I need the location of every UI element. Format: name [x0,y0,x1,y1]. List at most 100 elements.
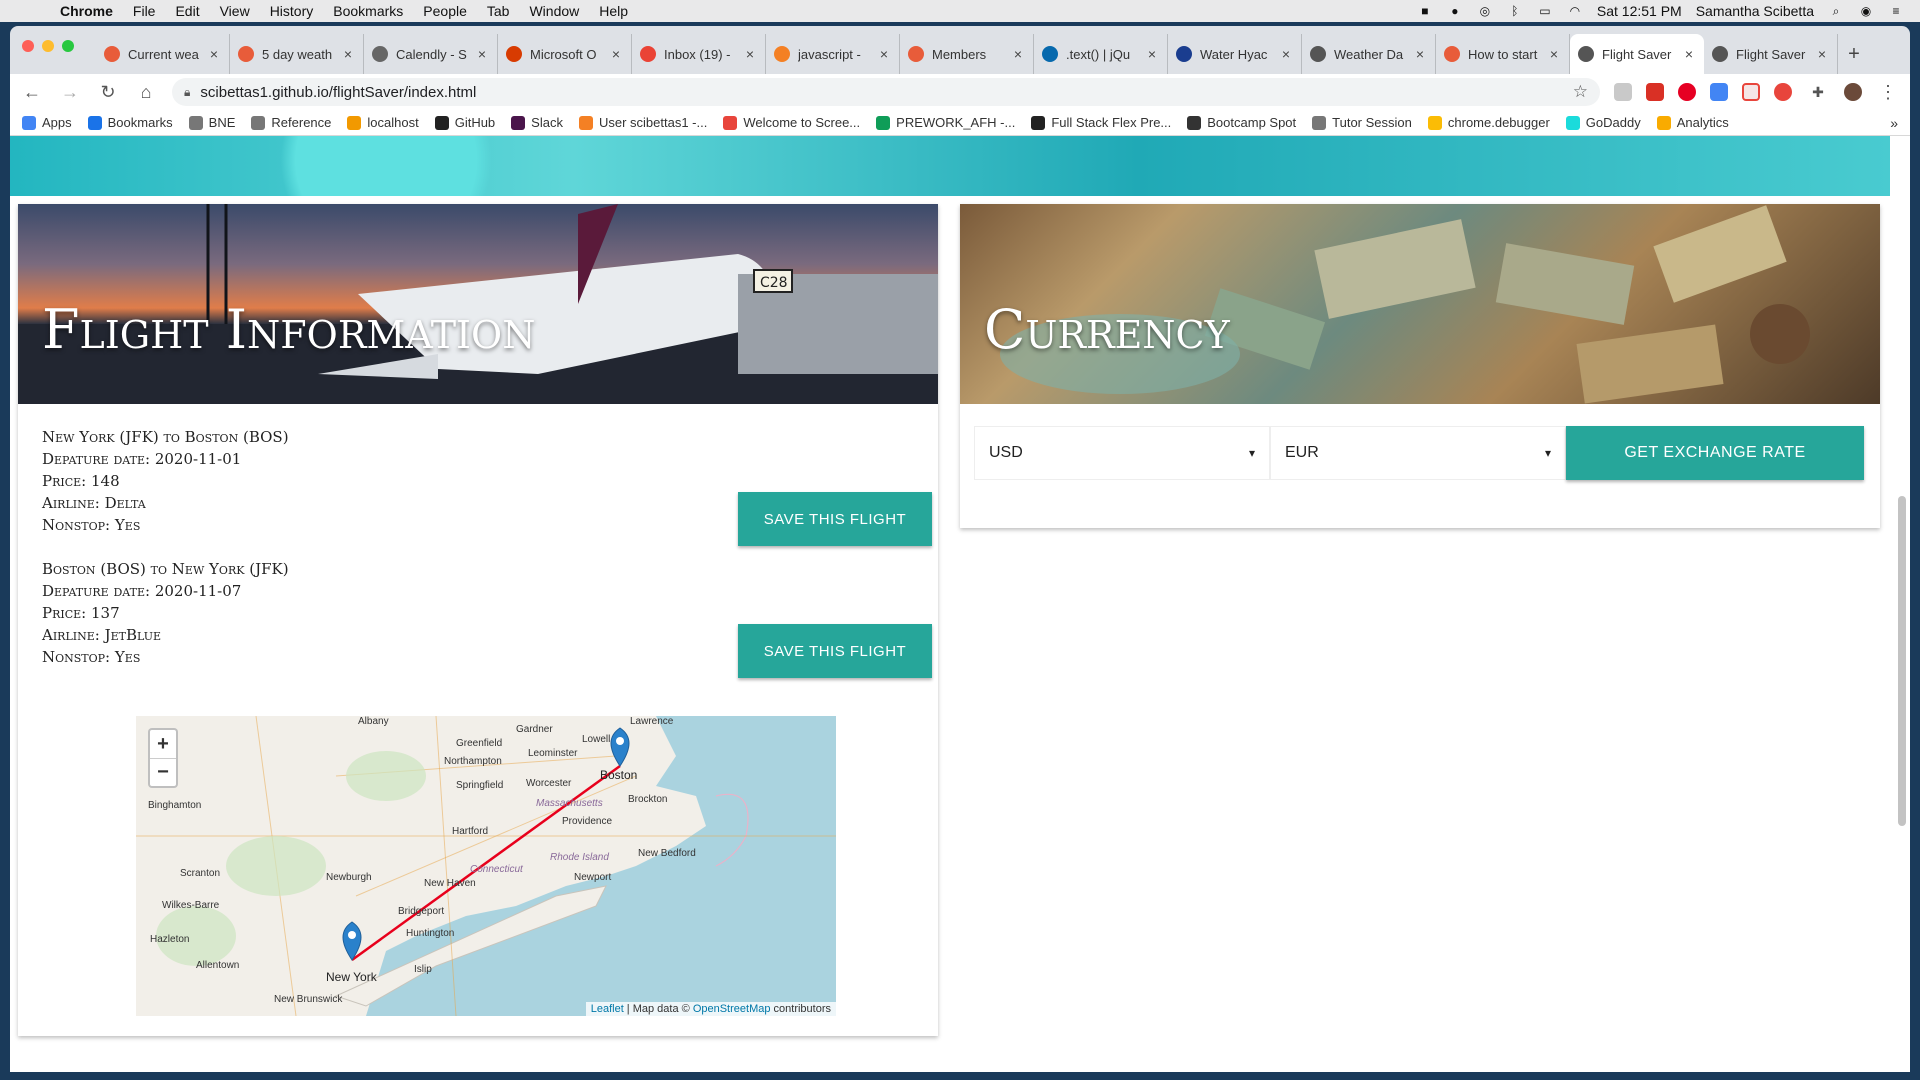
bookmark-icon [511,115,526,130]
browser-tab[interactable]: Weather Da × [1302,34,1436,74]
bookmark-item[interactable]: BNE [188,115,235,130]
menu-edit[interactable]: Edit [165,3,209,19]
tab-close-icon[interactable]: × [475,46,489,62]
wifi-icon[interactable]: ◠ [1567,4,1583,18]
browser-tab[interactable]: Current wea × [96,34,230,74]
browser-tab[interactable]: javascript - × [766,34,900,74]
bookmark-item[interactable]: Slack [511,115,563,130]
close-window-icon[interactable] [22,40,34,52]
clock[interactable]: Sat 12:51 PM [1597,3,1682,19]
browser-tab[interactable]: Inbox (19) - × [632,34,766,74]
bookmark-item[interactable]: Full Stack Flex Pre... [1031,115,1171,130]
bookmark-star-icon[interactable]: ☆ [1573,82,1588,102]
bookmark-icon [347,115,362,130]
menu-app-chrome[interactable]: Chrome [50,3,123,19]
tab-close-icon[interactable]: × [1413,46,1427,62]
record-icon[interactable] [1774,83,1792,101]
extension-icon[interactable] [1614,83,1632,101]
spotlight-search-icon[interactable]: ⌕ [1828,4,1844,18]
browser-tab[interactable]: How to start × [1436,34,1570,74]
address-bar[interactable]: 🔒︎ scibettas1.github.io/flightSaver/inde… [172,78,1600,106]
zoom-in-button[interactable]: + [150,730,176,758]
tab-close-icon[interactable]: × [1815,46,1829,62]
bookmark-item[interactable]: Bookmarks [87,115,173,130]
tab-label: How to start [1468,46,1538,62]
bookmark-item[interactable]: Apps [22,115,72,130]
siri-icon[interactable]: ◉ [1858,4,1874,18]
home-icon[interactable]: ⌂ [134,82,158,103]
bookmark-item[interactable]: chrome.debugger [1427,115,1550,130]
zoom-out-button[interactable]: − [150,758,176,786]
tab-close-icon[interactable]: × [207,46,221,62]
from-currency-select[interactable]: USD ▾ [974,426,1270,480]
bookmark-item[interactable]: Analytics [1656,115,1729,130]
bookmark-item[interactable]: Reference [251,115,331,130]
chrome-menu-icon[interactable]: ⋮ [1876,82,1900,103]
menu-view[interactable]: View [210,3,260,19]
browser-tab[interactable]: Calendly - S × [364,34,498,74]
menu-people[interactable]: People [413,3,477,19]
browser-tab[interactable]: Members × [900,34,1034,74]
lock-icon[interactable]: 🔒︎ [184,85,190,100]
openstreetmap-link[interactable]: OpenStreetMap [693,1003,771,1015]
browser-tab[interactable]: 5 day weath × [230,34,364,74]
browser-tab[interactable]: Water Hyac × [1168,34,1302,74]
airplay-icon[interactable]: ▭ [1537,4,1553,18]
scrollbar[interactable] [1898,496,1906,826]
bookmark-item[interactable]: Bootcamp Spot [1187,115,1296,130]
tab-close-icon[interactable]: × [341,46,355,62]
profile-avatar[interactable] [1844,83,1862,101]
reload-icon[interactable]: ↻ [96,82,120,103]
browser-window: Current wea × 5 day weath × Calendly - S × Mic… [10,26,1910,136]
pinterest-icon[interactable] [1678,83,1696,101]
bookmark-item[interactable]: GitHub [434,115,495,130]
bluetooth-icon[interactable]: ᛒ [1507,4,1523,18]
lastpass-icon[interactable] [1646,83,1664,101]
browser-tab[interactable]: .text() | jQu × [1034,34,1168,74]
tab-close-icon[interactable]: × [1011,46,1025,62]
bookmark-item[interactable]: Welcome to Scree... [723,115,860,130]
screencastify-icon[interactable] [1742,83,1760,101]
browser-tab[interactable]: Microsoft O × [498,34,632,74]
save-flight-button[interactable]: Save This Flight [738,624,932,678]
menu-help[interactable]: Help [589,3,638,19]
back-icon[interactable]: ← [20,82,44,103]
map-label: Connecticut [470,864,523,875]
bookmark-item[interactable]: GoDaddy [1565,115,1641,130]
menu-tab[interactable]: Tab [477,3,520,19]
menu-bookmarks[interactable]: Bookmarks [323,3,413,19]
tab-close-icon[interactable]: × [1145,46,1159,62]
bookmark-item[interactable]: User scibettas1 -... [578,115,707,130]
bookmark-item[interactable]: PREWORK_AFH -... [876,115,1015,130]
user-name[interactable]: Samantha Scibetta [1696,3,1814,19]
onepassword-icon[interactable]: ● [1447,4,1463,18]
tab-close-icon[interactable]: × [743,46,757,62]
maximize-window-icon[interactable] [62,40,74,52]
browser-tab[interactable]: Flight Saver × [1704,34,1838,74]
bookmark-item[interactable]: localhost [347,115,419,130]
tab-close-icon[interactable]: × [1682,46,1696,62]
menu-file[interactable]: File [123,3,166,19]
tab-close-icon[interactable]: × [1279,46,1293,62]
new-tab-button[interactable]: + [1838,34,1870,74]
to-currency-select[interactable]: EUR ▾ [1270,426,1566,480]
browser-tab[interactable]: Flight Saver × [1570,34,1704,74]
translate-icon[interactable] [1710,83,1728,101]
zoom-meeting-icon[interactable]: ■ [1417,4,1433,18]
tab-close-icon[interactable]: × [877,46,891,62]
menu-history[interactable]: History [260,3,324,19]
tab-close-icon[interactable]: × [609,46,623,62]
creative-cloud-icon[interactable]: ◎ [1477,4,1493,18]
tab-close-icon[interactable]: × [1547,46,1561,62]
control-menu-icon[interactable]: ≡ [1888,4,1904,18]
forward-icon[interactable]: → [58,82,82,103]
route-map[interactable]: Albany Greenfield Gardner Lowell Lawrenc… [136,716,836,1016]
extensions-puzzle-icon[interactable]: ✚ [1806,84,1830,101]
get-exchange-rate-button[interactable]: Get Exchange Rate [1566,426,1864,480]
bookmark-item[interactable]: Tutor Session [1312,115,1412,130]
leaflet-link[interactable]: Leaflet [591,1003,624,1015]
menu-window[interactable]: Window [519,3,589,19]
minimize-window-icon[interactable] [42,40,54,52]
save-flight-button[interactable]: Save This Flight [738,492,932,546]
more-bookmarks-icon[interactable]: » [1890,115,1898,131]
